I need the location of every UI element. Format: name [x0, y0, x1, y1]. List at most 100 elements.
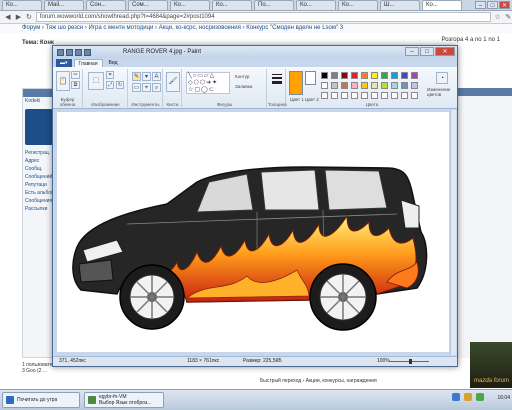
taskbar-item[interactable]: Почитать до утра [2, 392, 80, 408]
palette-swatch[interactable] [371, 82, 378, 89]
back-icon[interactable]: ◀ [4, 13, 12, 22]
minimize-icon[interactable]: – [405, 47, 419, 56]
paste-icon[interactable]: 📋 [56, 71, 70, 91]
save-icon[interactable] [66, 48, 73, 56]
forward-icon[interactable]: ▶ [15, 13, 23, 22]
browser-tab[interactable]: Ко... [296, 0, 336, 10]
shapes-gallery[interactable]: ╲○▭▱△ ◇⬠⬡➔✦ ☆▢◯⊂ [186, 72, 230, 94]
color1-swatch[interactable] [289, 71, 303, 95]
crop-icon[interactable]: ⌗ [106, 71, 114, 79]
paint-window-controls: – □ ✕ [405, 47, 455, 56]
palette-swatch[interactable] [331, 82, 338, 89]
browser-tab[interactable]: Ко... [170, 0, 210, 10]
palette-swatch[interactable] [391, 72, 398, 79]
paint-menu-button[interactable]: ▬▾ [56, 59, 72, 67]
close-icon[interactable]: ✕ [435, 47, 455, 56]
shapes-group: ╲○▭▱△ ◇⬠⬡➔✦ ☆▢◯⊂ Контур Заливка Фигуры [183, 69, 267, 107]
browser-tab[interactable]: По... [254, 0, 294, 10]
palette-swatch[interactable] [371, 72, 378, 79]
palette-swatch[interactable] [341, 72, 348, 79]
palette-swatch[interactable] [401, 82, 408, 89]
page-info[interactable]: Розгора 4 a no 1 no 1 [441, 37, 500, 43]
pencil-icon[interactable]: ✎ [132, 72, 141, 81]
palette-swatch[interactable] [321, 82, 328, 89]
image-group: ⬚ ⌗ ⤢ ↻ Изображение [84, 69, 128, 107]
browser-tab[interactable]: Ш... [380, 0, 420, 10]
browser-tab[interactable]: Ко... [338, 0, 378, 10]
maximize-icon[interactable]: □ [420, 47, 434, 56]
star-icon[interactable]: ☆ [494, 13, 502, 22]
drawing-canvas[interactable] [57, 112, 449, 352]
palette-swatch[interactable] [401, 72, 408, 79]
outline-button[interactable]: Контур [235, 74, 249, 79]
wrench-icon[interactable]: ✎ [504, 13, 512, 22]
magnifier-icon[interactable]: ⌕ [152, 83, 161, 92]
select-icon[interactable]: ⬚ [88, 72, 104, 90]
custom-color-slot[interactable] [351, 92, 358, 99]
custom-color-slot[interactable] [381, 92, 388, 99]
tab-home[interactable]: Главная [73, 59, 103, 67]
zoom-slider-handle[interactable] [409, 359, 412, 364]
palette-swatch[interactable] [321, 72, 328, 79]
palette-swatch[interactable] [351, 72, 358, 79]
browser-tab[interactable]: Mail... [44, 0, 84, 10]
quick-nav[interactable]: Быстрый переход › Акции, конкурсы, награ… [260, 378, 377, 384]
browser-tab[interactable]: Сон... [86, 0, 126, 10]
volume-icon[interactable] [464, 393, 472, 401]
maximize-icon[interactable]: □ [487, 1, 498, 9]
browser-tab[interactable]: Сом... [128, 0, 168, 10]
palette-swatch[interactable] [391, 82, 398, 89]
browser-window-controls: – □ ✕ [475, 1, 510, 9]
custom-color-slot[interactable] [361, 92, 368, 99]
text-icon[interactable]: A [152, 72, 161, 81]
browser-tab[interactable]: Ко... [2, 0, 42, 10]
close-icon[interactable]: ✕ [499, 1, 510, 9]
palette-swatch[interactable] [341, 82, 348, 89]
palette-swatch[interactable] [351, 82, 358, 89]
taskbar-item[interactable]: egybr-fn-VM Выбор Язык отоброз... [84, 392, 164, 408]
url-input[interactable]: forum.wowworld.com/showthread.php?t=4684… [35, 12, 491, 22]
forum-logo: mazda forum [470, 342, 512, 388]
palette-swatch[interactable] [411, 82, 418, 89]
size-icon[interactable] [271, 72, 283, 86]
color2-swatch[interactable] [305, 71, 316, 85]
edit-colors-icon[interactable]: ◔ [436, 72, 448, 84]
resize-icon[interactable]: ⤢ [106, 81, 114, 89]
color-picker-icon[interactable]: ⌖ [142, 83, 151, 92]
fill-button[interactable]: Заливка [235, 84, 252, 89]
palette-swatch[interactable] [361, 72, 368, 79]
custom-color-slot[interactable] [391, 92, 398, 99]
browser-tab[interactable]: Ко... [212, 0, 252, 10]
palette-swatch[interactable] [361, 82, 368, 89]
browser-tab-active[interactable]: Ко... [422, 0, 462, 10]
tab-view[interactable]: Вид [105, 59, 122, 67]
palette-swatch[interactable] [331, 72, 338, 79]
custom-color-slot[interactable] [331, 92, 338, 99]
redo-icon[interactable] [84, 48, 91, 56]
avatar [25, 109, 53, 145]
minimize-icon[interactable]: – [475, 1, 486, 9]
eraser-icon[interactable]: ▭ [132, 83, 141, 92]
breadcrumb[interactable]: Форум › Тяж шо резсн › Игра с ментн мото… [0, 24, 512, 33]
fill-icon[interactable]: ▾ [142, 72, 151, 81]
custom-color-slot[interactable] [321, 92, 328, 99]
cut-icon[interactable]: ✂ [71, 71, 80, 79]
flag-icon[interactable] [476, 393, 484, 401]
canvas-area [54, 110, 456, 355]
network-icon[interactable] [452, 393, 460, 401]
brush-icon[interactable]: 🖌 [166, 72, 180, 92]
custom-color-slot[interactable] [371, 92, 378, 99]
custom-color-slot[interactable] [401, 92, 408, 99]
copy-icon[interactable]: ⧉ [71, 81, 80, 89]
palette-swatch[interactable] [381, 82, 388, 89]
palette-swatch[interactable] [381, 72, 388, 79]
vertical-scrollbar[interactable] [450, 110, 456, 355]
undo-icon[interactable] [75, 48, 82, 56]
custom-color-slot[interactable] [411, 92, 418, 99]
reload-icon[interactable]: ↻ [25, 13, 33, 22]
clock[interactable]: 16:04 [497, 395, 510, 401]
logo-text: mazda forum [474, 378, 510, 384]
rotate-icon[interactable]: ↻ [116, 81, 124, 89]
custom-color-slot[interactable] [341, 92, 348, 99]
palette-swatch[interactable] [411, 72, 418, 79]
